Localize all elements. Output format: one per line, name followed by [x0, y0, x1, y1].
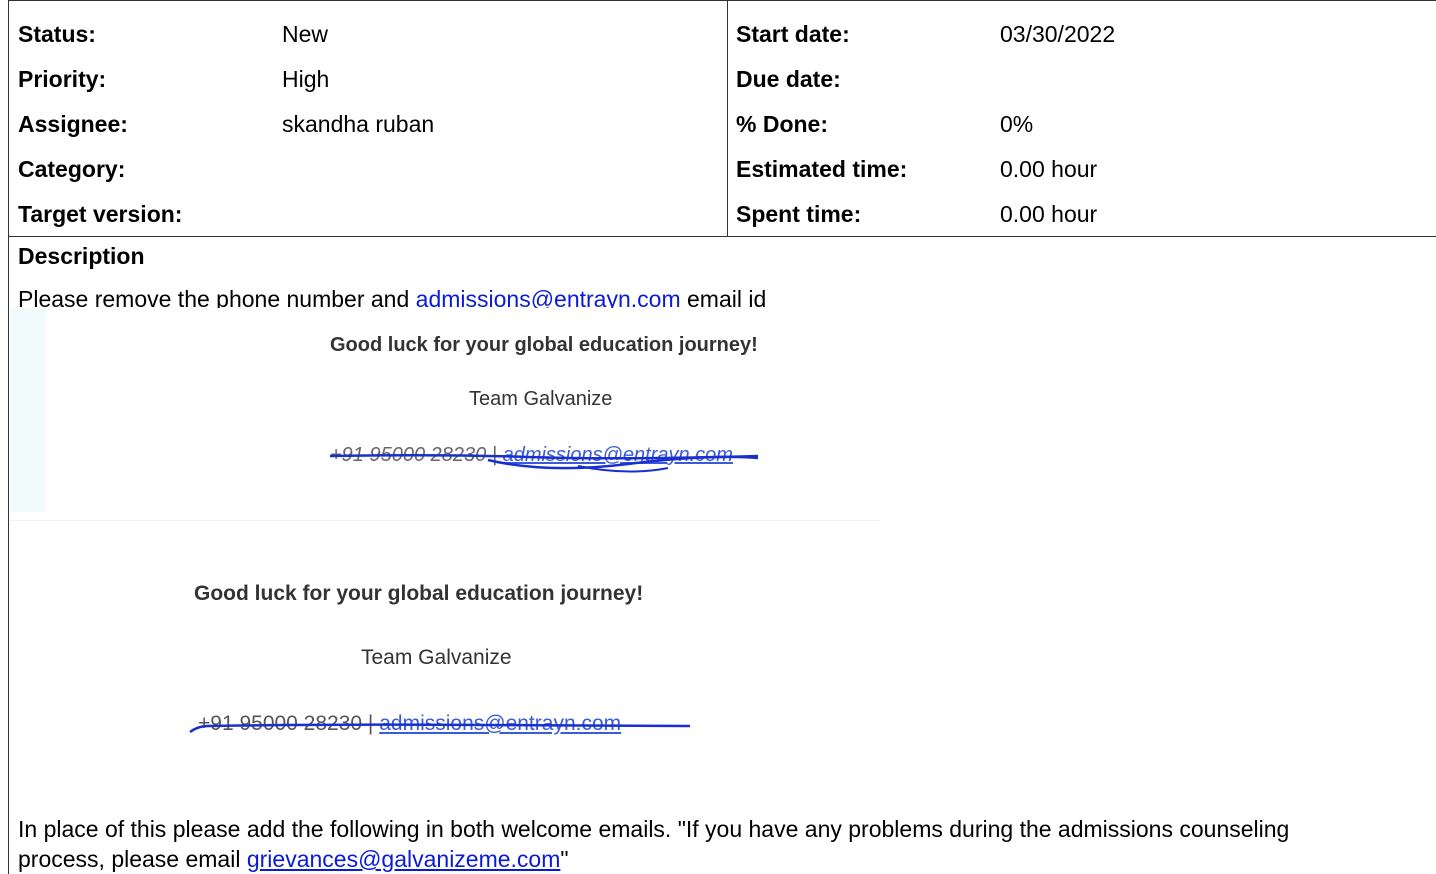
attributes-column-divider [727, 0, 728, 237]
embedded-screenshot-1: Good luck for your global education jour… [10, 308, 880, 521]
assignee-label: Assignee: [18, 111, 128, 137]
screenshot-left-strip [10, 308, 46, 512]
due-date-label: Due date: [736, 66, 841, 92]
spent-time-value: 0.00 hour [1000, 201, 1098, 227]
description-heading: Description [18, 243, 145, 269]
grievances-email-link[interactable]: grievances@galvanizeme.com [247, 846, 561, 872]
start-date-label: Start date: [736, 21, 850, 47]
description-text: process, please email [18, 846, 247, 872]
assignee-value: skandha ruban [282, 111, 435, 137]
target-version-label: Target version: [18, 201, 183, 227]
screenshot-team-name: Team Galvanize [469, 388, 613, 410]
status-label: Status: [18, 21, 96, 47]
description-text: " [560, 846, 569, 872]
estimated-time-label: Estimated time: [736, 156, 908, 182]
priority-label: Priority: [18, 66, 107, 92]
priority-value: High [282, 66, 330, 92]
attributes-bottom-divider [8, 236, 1436, 237]
screenshot-team-name: Team Galvanize [361, 646, 512, 669]
description-closing-line-1: In place of this please add the followin… [18, 816, 1290, 842]
done-ratio-value: 0% [1000, 111, 1034, 137]
strike-scribble [189, 723, 691, 734]
spent-time-label: Spent time: [736, 201, 862, 227]
screenshot-greeting: Good luck for your global education jour… [330, 334, 758, 356]
status-value: New [282, 21, 329, 47]
estimated-time-value: 0.00 hour [1000, 156, 1098, 182]
description-closing-line-2: process, please email grievances@galvani… [18, 844, 569, 874]
screenshot-greeting: Good luck for your global education jour… [194, 582, 644, 605]
category-label: Category: [18, 156, 126, 182]
start-date-value: 03/30/2022 [1000, 21, 1116, 47]
embedded-screenshot-2: Good luck for your global education jour… [150, 570, 750, 750]
done-ratio-label: % Done: [736, 111, 828, 137]
strike-scribble [329, 453, 759, 473]
